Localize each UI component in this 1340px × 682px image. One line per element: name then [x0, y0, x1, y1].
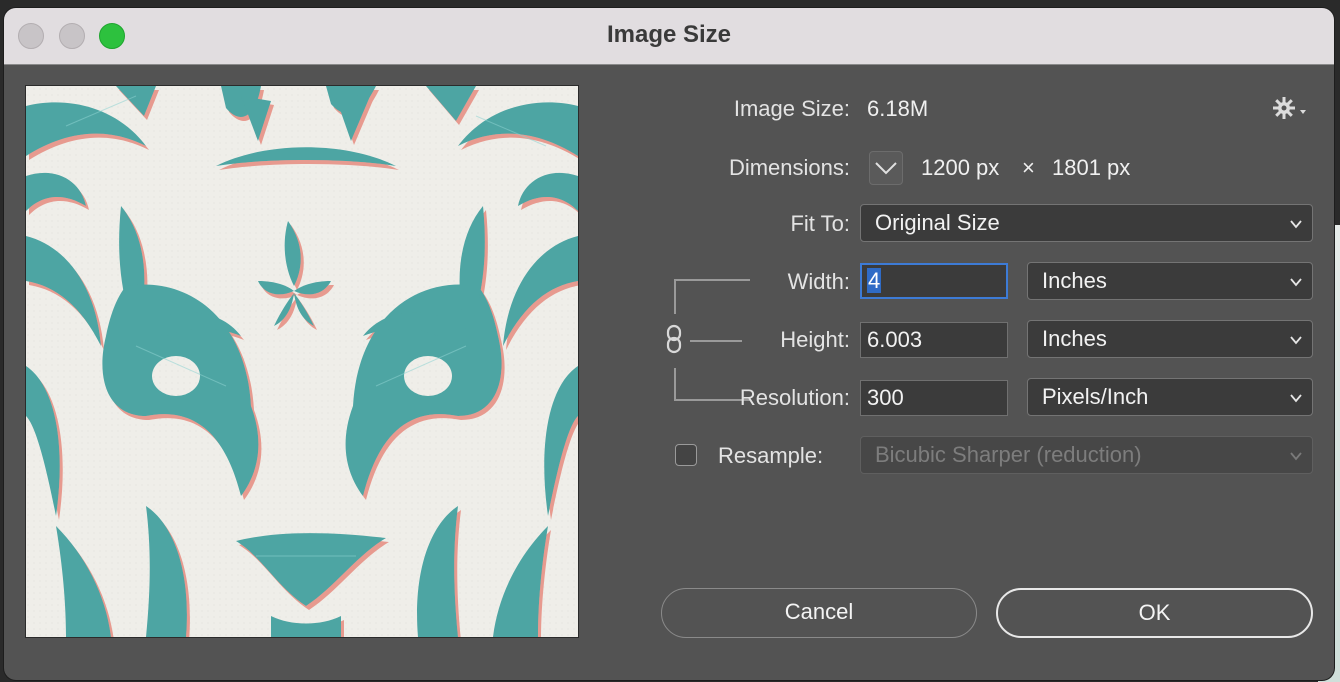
dimensions-label: Dimensions:	[728, 155, 850, 180]
image-preview[interactable]	[25, 85, 579, 638]
resample-method-value: Bicubic Sharper (reduction)	[875, 442, 1142, 467]
width-unit-select[interactable]: Inches	[1027, 262, 1313, 300]
image-size-label: Image Size:	[733, 96, 850, 121]
chevron-down-icon	[875, 162, 897, 175]
resolution-value: 300	[867, 385, 904, 410]
gear-icon[interactable]	[1272, 96, 1312, 120]
width-label: Width:	[787, 269, 850, 294]
height-label: Height:	[780, 327, 850, 352]
resolution-unit-select[interactable]: Pixels/Inch	[1027, 378, 1313, 416]
tiger-artwork-preview	[26, 86, 578, 637]
chevron-down-icon	[1290, 220, 1302, 229]
fit-to-value: Original Size	[875, 210, 1000, 235]
dimensions-width-px: 1200 px	[921, 155, 1000, 180]
resolution-input[interactable]: 300	[860, 380, 1008, 416]
fit-to-select[interactable]: Original Size	[860, 204, 1313, 242]
height-unit-value: Inches	[1042, 326, 1107, 351]
chevron-down-icon	[1290, 394, 1302, 403]
resample-label: Resample:	[718, 443, 824, 468]
chevron-down-icon	[1300, 110, 1306, 114]
width-input[interactable]: 4	[860, 263, 1008, 299]
resample-method-select: Bicubic Sharper (reduction)	[860, 436, 1313, 474]
width-value: 4	[867, 268, 882, 293]
resolution-label: Resolution:	[739, 385, 850, 410]
height-unit-select[interactable]: Inches	[1027, 320, 1313, 358]
dimensions-times-sign: ×	[1022, 155, 1035, 180]
dimensions-units-button[interactable]	[869, 151, 903, 185]
fit-to-label: Fit To:	[790, 211, 850, 236]
height-input[interactable]: 6.003	[860, 322, 1008, 358]
ok-button[interactable]: OK	[996, 588, 1313, 638]
chevron-down-icon	[1290, 336, 1302, 345]
cancel-button[interactable]: Cancel	[661, 588, 977, 638]
image-size-value: 6.18M	[867, 96, 929, 121]
dimensions-height-px: 1801 px	[1052, 155, 1131, 180]
width-unit-value: Inches	[1042, 268, 1107, 293]
resample-checkbox[interactable]	[675, 444, 697, 466]
chevron-down-icon	[1290, 452, 1302, 461]
resolution-unit-value: Pixels/Inch	[1042, 384, 1149, 409]
height-value: 6.003	[867, 327, 923, 352]
link-icon[interactable]	[665, 324, 683, 354]
image-size-dialog: Image Size Image Size: 6.18M Dimensions:…	[4, 8, 1334, 680]
title-bar: Image Size	[4, 8, 1334, 65]
chevron-down-icon	[1290, 278, 1302, 287]
dialog-title: Image Size	[606, 21, 732, 48]
